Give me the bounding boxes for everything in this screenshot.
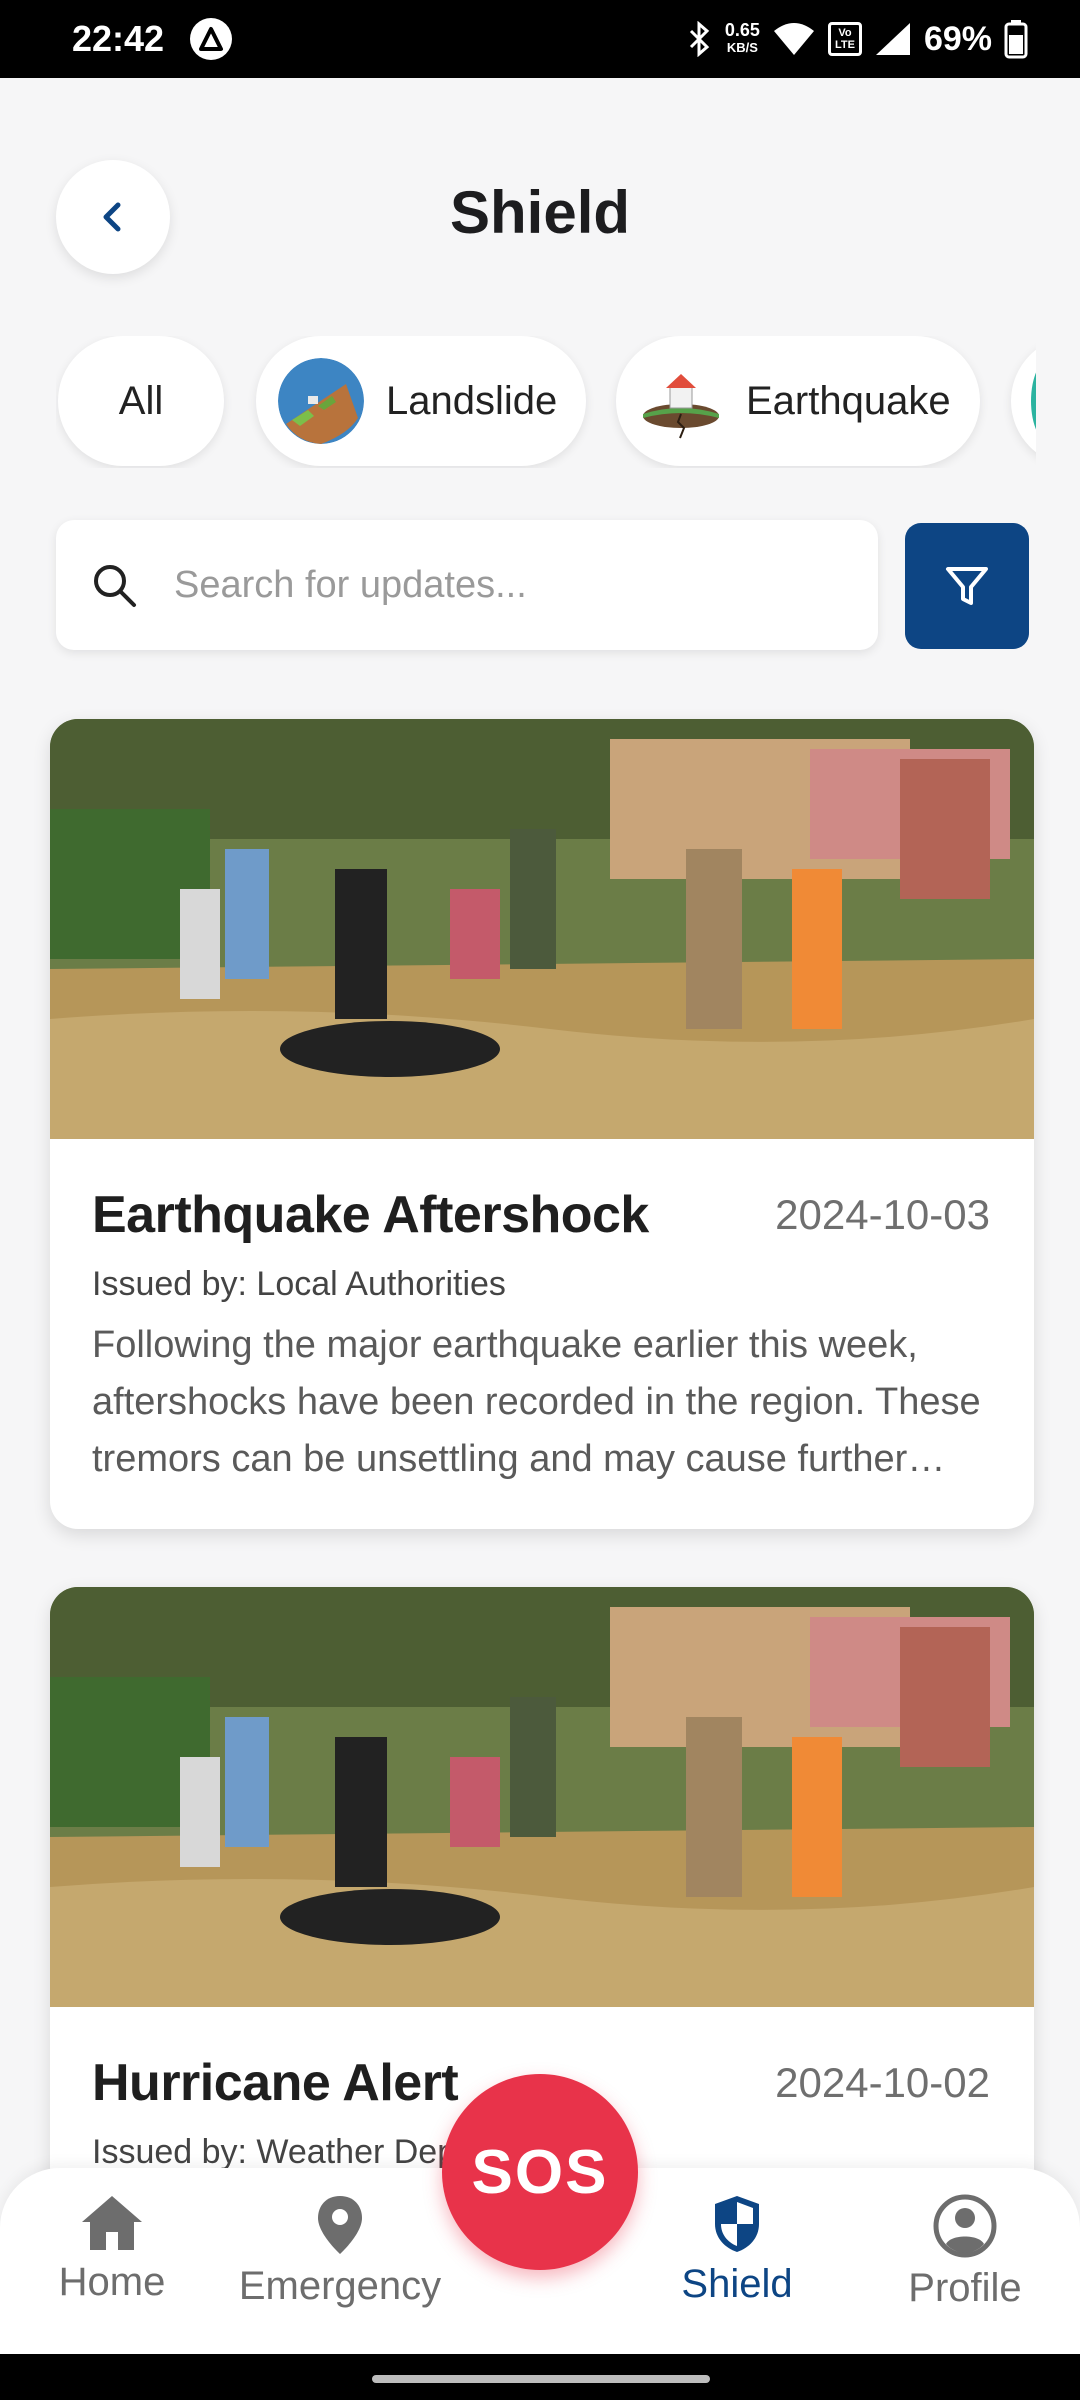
chip-label: All <box>118 378 164 423</box>
flood-rescue-photo <box>50 719 1034 1139</box>
landslide-icon <box>278 358 364 444</box>
profile-icon <box>933 2194 997 2258</box>
nav-label: Profile <box>908 2266 1022 2310</box>
status-bar: 22:42 0.65 KB/S Vo LTE 69% <box>0 0 1080 78</box>
filter-icon <box>946 567 988 605</box>
net-speed: 0.65 KB/S <box>725 21 760 57</box>
status-time: 22:42 <box>72 18 165 59</box>
page-title: Shield <box>449 179 631 246</box>
status-icons: 0.65 KB/S Vo LTE 69% <box>687 14 1028 64</box>
nav-label: Emergency <box>238 2264 442 2308</box>
app-notification-icon <box>190 18 232 60</box>
category-filter-chips: All Landslide Earthquake <box>56 336 1036 468</box>
card-issuer: Issued by: Local Authorities <box>92 1265 506 1303</box>
nav-label: Home <box>58 2260 166 2304</box>
gesture-bar[interactable] <box>372 2375 710 2383</box>
card-date: 2024-10-03 <box>775 1191 990 1238</box>
chip-all[interactable]: All <box>58 336 224 466</box>
sos-button[interactable]: SOS <box>442 2074 638 2270</box>
nav-emergency[interactable]: Emergency <box>238 2194 442 2309</box>
filter-button[interactable] <box>905 523 1029 649</box>
wifi-icon <box>773 23 814 55</box>
flood-rescue-photo <box>50 1587 1034 2007</box>
bluetooth-icon <box>689 21 710 57</box>
card-title: Hurricane Alert <box>92 2054 459 2112</box>
card-date: 2024-10-02 <box>775 2059 990 2106</box>
location-pin-icon <box>318 2196 362 2254</box>
search-icon <box>94 565 136 607</box>
search-bar <box>56 520 878 650</box>
home-icon <box>82 2196 142 2250</box>
chip-label: Landslide <box>386 378 558 423</box>
nav-profile[interactable]: Profile <box>865 2194 1065 2311</box>
nav-shield[interactable]: Shield <box>637 2194 837 2307</box>
battery-icon <box>1004 20 1028 59</box>
nav-home[interactable]: Home <box>12 2194 212 2305</box>
category-icon <box>1031 358 1036 444</box>
chip-label: Earthquake <box>746 378 951 423</box>
signal-icon <box>875 23 910 55</box>
card-title: Earthquake Aftershock <box>92 1186 649 1244</box>
net-speed-value: 0.65 <box>724 20 760 40</box>
net-speed-unit: KB/S <box>726 40 758 55</box>
screen: 22:42 0.65 KB/S Vo LTE 69% Shield All La… <box>0 0 1080 2400</box>
update-card[interactable]: Earthquake Aftershock 2024-10-03 Issued … <box>50 719 1034 1529</box>
chip-earthquake[interactable]: Earthquake <box>616 336 980 466</box>
card-description: Following the major earthquake earlier t… <box>92 1324 981 1480</box>
earthquake-icon <box>638 358 724 444</box>
shield-icon <box>715 2196 759 2252</box>
volte-icon: Vo LTE <box>827 22 862 56</box>
chip-landslide[interactable]: Landslide <box>256 336 586 466</box>
chip-more[interactable] <box>1011 336 1036 466</box>
battery-level: 69% <box>923 19 992 58</box>
nav-label: Shield <box>681 2262 793 2306</box>
search-input[interactable] <box>174 563 814 607</box>
